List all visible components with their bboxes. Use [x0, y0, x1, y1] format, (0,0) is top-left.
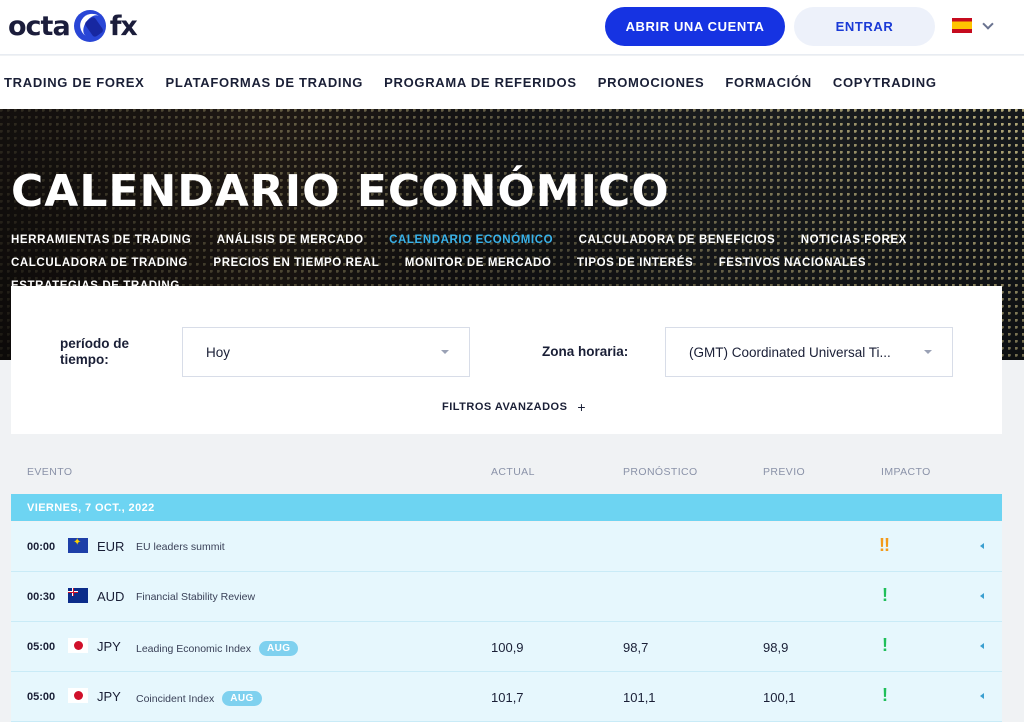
table-row[interactable]: 05:00 JPY Coincident Index AUG 101,7 101,…	[11, 672, 1002, 722]
actual-value: 101,7	[491, 690, 524, 705]
nav-item-promotions[interactable]: PROMOCIONES	[598, 75, 705, 90]
column-header-impact: IMPACTO	[881, 466, 931, 478]
table-row[interactable]: 00:30 AUD Financial Stability Review !	[11, 572, 1002, 622]
login-button[interactable]: ENTRAR	[794, 7, 935, 46]
advanced-filters-label: FILTROS AVANZADOS	[442, 401, 568, 413]
logo-mark-icon	[73, 10, 106, 42]
plus-icon: +	[577, 399, 587, 415]
event-currency: JPY	[97, 639, 121, 654]
impact-low-icon: !	[882, 585, 888, 605]
australia-flag-icon	[68, 588, 88, 603]
expand-arrow-icon[interactable]	[980, 643, 984, 649]
period-badge: AUG	[259, 641, 299, 656]
filters-panel: período de tiempo: Hoy Zona horaria: (GM…	[11, 286, 1002, 434]
event-currency: JPY	[97, 689, 121, 704]
column-header-event: EVENTO	[27, 466, 73, 478]
period-label-line1: período de	[60, 336, 130, 351]
main-nav: TRADING DE FOREX PLATAFORMAS DE TRADING …	[0, 56, 1024, 109]
page-title: CALENDARIO ECONÓMICO	[11, 166, 670, 217]
event-name: Leading Economic Index AUG	[136, 641, 299, 656]
period-label-line2: tiempo:	[60, 352, 109, 367]
nav-item-trading-platforms[interactable]: PLATAFORMAS DE TRADING	[165, 75, 363, 90]
logo-text-left: octa	[8, 10, 71, 42]
period-badge: AUG	[222, 691, 262, 706]
column-header-previous: PREVIO	[763, 466, 806, 478]
impact-high-icon: !!	[879, 535, 890, 555]
event-time: 00:00	[27, 541, 56, 553]
period-select-value: Hoy	[206, 344, 231, 360]
subnav-item-trading-calculator[interactable]: CALCULADORA DE TRADING	[11, 257, 188, 269]
subnav-item-live-prices[interactable]: PRECIOS EN TIEMPO REAL	[213, 257, 379, 269]
octafx-logo[interactable]: octa fx	[8, 9, 138, 43]
subnav-item-profit-calculator[interactable]: CALCULADORA DE BENEFICIOS	[579, 234, 776, 246]
event-name: Coincident Index AUG	[136, 691, 262, 706]
nav-item-education[interactable]: FORMACIÓN	[725, 75, 811, 90]
top-bar: octa fx ABRIR UNA CUENTA ENTRAR	[0, 0, 1024, 55]
nav-item-forex-trading[interactable]: TRADING DE FOREX	[4, 75, 144, 90]
calendar-table-header: EVENTO ACTUAL PRONÓSTICO PREVIO IMPACTO	[11, 462, 1002, 482]
expand-arrow-icon[interactable]	[980, 593, 984, 599]
subnav-item-trading-tools[interactable]: HERRAMIENTAS DE TRADING	[11, 234, 191, 246]
previous-value: 98,9	[763, 640, 789, 655]
expand-arrow-icon[interactable]	[980, 693, 984, 699]
language-selector[interactable]	[952, 17, 994, 33]
caret-down-icon	[924, 350, 932, 354]
event-time: 00:30	[27, 591, 56, 603]
event-currency: EUR	[97, 539, 125, 554]
event-name-text: Leading Economic Index	[136, 643, 251, 655]
open-account-button[interactable]: ABRIR UNA CUENTA	[605, 7, 785, 46]
chevron-down-icon	[982, 17, 994, 30]
event-name-text: Coincident Index	[136, 693, 215, 705]
japan-flag-icon	[68, 688, 88, 703]
subnav-item-forex-news[interactable]: NOTICIAS FOREX	[801, 234, 907, 246]
timezone-select[interactable]: (GMT) Coordinated Universal Ti...	[665, 327, 953, 377]
impact-low-icon: !	[882, 635, 888, 655]
column-header-forecast: PRONÓSTICO	[623, 466, 698, 478]
expand-arrow-icon[interactable]	[980, 543, 984, 549]
nav-item-referral-program[interactable]: PROGRAMA DE REFERIDOS	[384, 75, 577, 90]
subnav-item-holidays[interactable]: FESTIVOS NACIONALES	[719, 257, 867, 269]
previous-value: 100,1	[763, 690, 796, 705]
spain-flag-icon	[952, 18, 972, 33]
impact-low-icon: !	[882, 685, 888, 705]
timezone-label: Zona horaria:	[542, 344, 629, 359]
column-header-actual: ACTUAL	[491, 466, 535, 478]
eu-flag-icon	[68, 537, 88, 553]
subnav-item-market-monitor[interactable]: MONITOR DE MERCADO	[405, 257, 552, 269]
subnav-item-market-analysis[interactable]: ANÁLISIS DE MERCADO	[217, 234, 364, 246]
nav-item-copytrading[interactable]: COPYTRADING	[833, 75, 937, 90]
period-label: período de tiempo:	[60, 336, 129, 368]
subnav-item-economic-calendar[interactable]: CALENDARIO ECONÓMICO	[389, 234, 553, 246]
event-name: EU leaders summit	[136, 541, 225, 553]
day-group-header: VIERNES, 7 OCT., 2022	[11, 494, 1002, 521]
subnav-item-interest-rates[interactable]: TIPOS DE INTERÉS	[577, 257, 693, 269]
table-row[interactable]: 05:00 JPY Leading Economic Index AUG 100,…	[11, 622, 1002, 672]
event-name: Financial Stability Review	[136, 591, 256, 603]
event-time: 05:00	[27, 691, 56, 703]
advanced-filters-toggle[interactable]: FILTROS AVANZADOS +	[442, 399, 586, 415]
caret-down-icon	[441, 350, 449, 354]
forecast-value: 101,1	[623, 690, 656, 705]
event-time: 05:00	[27, 641, 56, 653]
table-row[interactable]: 00:00 EUR EU leaders summit !!	[11, 522, 1002, 572]
japan-flag-icon	[68, 638, 88, 653]
actual-value: 100,9	[491, 640, 524, 655]
event-currency: AUD	[97, 589, 125, 604]
forecast-value: 98,7	[623, 640, 649, 655]
period-select[interactable]: Hoy	[182, 327, 470, 377]
logo-text-right: fx	[109, 10, 138, 42]
timezone-select-value: (GMT) Coordinated Universal Ti...	[689, 344, 891, 360]
